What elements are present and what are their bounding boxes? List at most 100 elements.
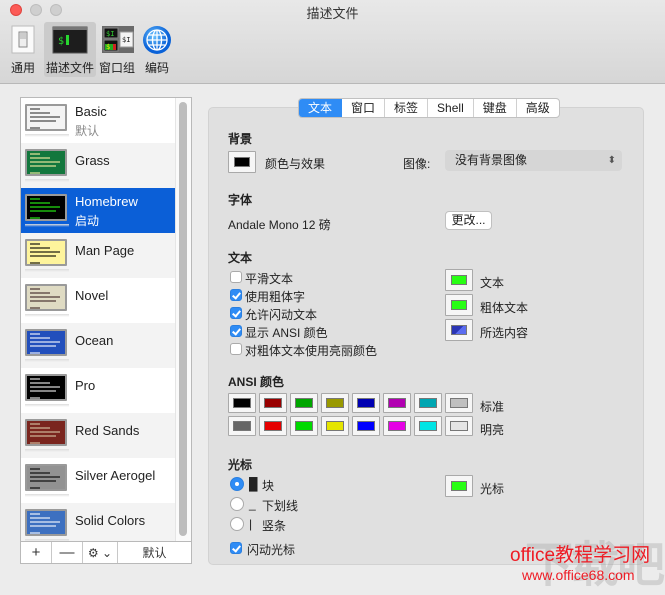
cursor-style-label: 下划线 bbox=[262, 499, 299, 513]
change-font-button[interactable]: 更改... bbox=[445, 211, 492, 230]
thumbnail-shadow bbox=[25, 269, 69, 272]
toolbar-general[interactable]: 通用 bbox=[6, 22, 40, 77]
tab-shell[interactable]: Shell bbox=[428, 99, 474, 117]
toolbar-window-groups[interactable]: $I $ $I 窗口组 bbox=[99, 22, 135, 77]
ansi-normal-color-well[interactable] bbox=[290, 393, 318, 413]
tab-text[interactable]: 文本 bbox=[299, 99, 343, 117]
background-image-label: 图像: bbox=[403, 157, 431, 171]
profile-row[interactable]: Man Page bbox=[21, 233, 175, 278]
text-color-well[interactable] bbox=[445, 294, 473, 316]
cursor-style-radio[interactable] bbox=[230, 477, 244, 491]
background-heading: 背景 bbox=[228, 132, 253, 146]
ansi-normal-color-well[interactable] bbox=[259, 393, 287, 413]
scrollbar-thumb[interactable] bbox=[179, 102, 187, 536]
text-option-checkbox[interactable] bbox=[230, 325, 242, 337]
text-color-label: 所选内容 bbox=[480, 326, 529, 340]
profiles-terminal-icon: $ bbox=[52, 25, 88, 55]
text-option-label: 显示 ANSI 颜色 bbox=[245, 326, 328, 340]
ansi-bright-color-well[interactable] bbox=[445, 416, 473, 436]
settings-tabs: 文本 窗口 标签 Shell 键盘 高级 bbox=[298, 98, 560, 118]
cursor-color-well[interactable] bbox=[445, 475, 473, 497]
svg-text:$: $ bbox=[58, 36, 64, 47]
profile-row[interactable]: Solid Colors bbox=[21, 503, 175, 541]
text-option-checkbox[interactable] bbox=[230, 271, 242, 283]
ansi-bright-color-well[interactable] bbox=[321, 416, 349, 436]
cursor-heading: 光标 bbox=[228, 458, 253, 472]
thumbnail-shadow bbox=[25, 359, 69, 362]
set-default-button[interactable]: 默认 bbox=[118, 542, 191, 563]
profile-thumbnail bbox=[25, 149, 67, 176]
profile-name: Pro bbox=[75, 378, 96, 393]
cursor-style-label: 块 bbox=[262, 479, 275, 493]
profile-list[interactable]: Basic 默认 Grass Homebrew 启动 Man Page Novel Ocean… bbox=[20, 97, 192, 542]
ansi-bright-color-well[interactable] bbox=[259, 416, 287, 436]
ansi-bright-color-well[interactable] bbox=[414, 416, 442, 436]
font-value: Andale Mono 12 磅 bbox=[228, 218, 331, 232]
thumbnail-shadow bbox=[25, 179, 69, 182]
font-heading: 字体 bbox=[228, 193, 253, 207]
profile-name: Homebrew bbox=[75, 194, 138, 209]
profile-thumbnail bbox=[25, 239, 67, 266]
remove-profile-button[interactable]: — bbox=[52, 542, 83, 563]
tab-keyboard[interactable]: 键盘 bbox=[474, 99, 517, 117]
ansi-normal-label: 标准 bbox=[480, 400, 505, 414]
ansi-bright-color-well[interactable] bbox=[290, 416, 318, 436]
background-image-value: 没有背景图像 bbox=[455, 153, 528, 167]
ansi-normal-color-well[interactable] bbox=[321, 393, 349, 413]
profile-thumbnail bbox=[25, 329, 67, 356]
profile-row[interactable]: Pro bbox=[21, 368, 175, 413]
profile-list-footer: + — ⚙ ⌄ 默认 bbox=[20, 542, 192, 564]
blink-cursor-label: 闪动光标 bbox=[247, 543, 296, 557]
updown-chevron-icon: ⬍ bbox=[607, 155, 616, 166]
text-heading: 文本 bbox=[228, 251, 253, 265]
watermark-url: www.office68.com bbox=[522, 567, 635, 583]
window-groups-icon: $I $ $I bbox=[101, 25, 134, 55]
text-color-well[interactable] bbox=[445, 269, 473, 291]
ansi-bright-color-well[interactable] bbox=[383, 416, 411, 436]
text-color-label: 粗体文本 bbox=[480, 301, 529, 315]
text-option-label: 对粗体文本使用亮丽颜色 bbox=[245, 344, 378, 358]
ansi-bright-color-well[interactable] bbox=[228, 416, 256, 436]
tab-tab[interactable]: 标签 bbox=[385, 99, 429, 117]
profile-row[interactable]: Grass bbox=[21, 143, 175, 188]
text-option-checkbox[interactable] bbox=[230, 289, 242, 301]
profile-name: Novel bbox=[75, 288, 109, 303]
cursor-glyph-icon: | bbox=[249, 517, 253, 531]
cursor-style-radio[interactable] bbox=[230, 497, 244, 511]
ansi-normal-color-well[interactable] bbox=[383, 393, 411, 413]
text-option-label: 平滑文本 bbox=[245, 272, 294, 286]
add-profile-button[interactable]: + bbox=[21, 542, 52, 563]
profile-row[interactable]: Red Sands bbox=[21, 413, 175, 458]
toolbar-encodings[interactable]: 编码 bbox=[140, 22, 174, 77]
toolbar-profiles[interactable]: $ 描述文件 bbox=[44, 22, 96, 77]
ansi-normal-color-well[interactable] bbox=[414, 393, 442, 413]
profile-row[interactable]: Novel bbox=[21, 278, 175, 323]
text-option-checkbox[interactable] bbox=[230, 307, 242, 319]
ansi-normal-color-well[interactable] bbox=[228, 393, 256, 413]
profile-thumbnail bbox=[25, 374, 67, 401]
text-option-label: 允许闪动文本 bbox=[245, 308, 318, 322]
blink-cursor-checkbox[interactable] bbox=[230, 542, 242, 554]
text-color-well[interactable] bbox=[445, 319, 473, 341]
background-color-well[interactable] bbox=[228, 151, 256, 173]
profile-row[interactable]: Homebrew 启动 bbox=[21, 188, 175, 233]
profile-thumbnail bbox=[25, 284, 67, 311]
svg-text:$: $ bbox=[106, 43, 110, 51]
background-image-select[interactable]: 没有背景图像 ⬍ bbox=[445, 150, 622, 171]
title-bar: 描述文件 通用 $ 描述文件 $I $ $I 窗口组 编码 bbox=[0, 0, 665, 84]
text-option-checkbox[interactable] bbox=[230, 343, 242, 355]
tab-window[interactable]: 窗口 bbox=[342, 99, 386, 117]
tab-advanced[interactable]: 高级 bbox=[517, 99, 559, 117]
thumbnail-shadow bbox=[25, 449, 69, 452]
ansi-normal-color-well[interactable] bbox=[352, 393, 380, 413]
cursor-glyph-icon: █ bbox=[249, 477, 258, 491]
gear-menu-button[interactable]: ⚙ ⌄ bbox=[83, 542, 118, 563]
ansi-normal-color-well[interactable] bbox=[445, 393, 473, 413]
cursor-style-radio[interactable] bbox=[230, 517, 244, 531]
profile-row[interactable]: Basic 默认 bbox=[21, 98, 175, 143]
profile-row[interactable]: Ocean bbox=[21, 323, 175, 368]
ansi-bright-color-well[interactable] bbox=[352, 416, 380, 436]
profile-row[interactable]: Silver Aerogel bbox=[21, 458, 175, 503]
cursor-style-label: 竖条 bbox=[262, 519, 287, 533]
profile-thumbnail bbox=[25, 104, 67, 131]
